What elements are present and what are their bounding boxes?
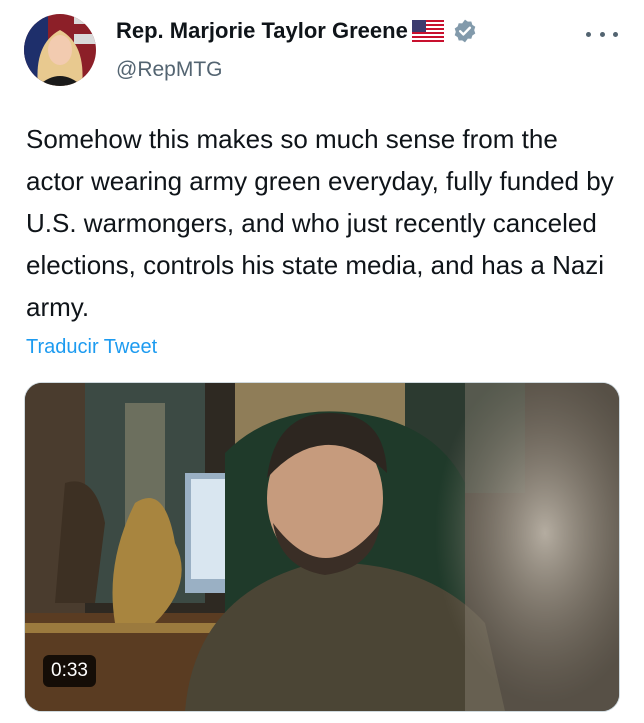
author-display-name[interactable]: Rep. Marjorie Taylor Greene [116, 18, 408, 44]
more-options-icon[interactable] [586, 28, 618, 40]
video-duration-badge: 0:33 [43, 655, 96, 687]
video-player[interactable]: 0:33 [24, 382, 620, 712]
author-handle[interactable]: @RepMTG [116, 58, 223, 82]
verified-badge-icon[interactable] [452, 18, 478, 44]
avatar[interactable] [24, 14, 96, 86]
us-flag-icon [411, 20, 444, 42]
tweet-text: Somehow this makes so much sense from th… [26, 124, 614, 322]
translate-tweet-link[interactable]: Traducir Tweet [26, 336, 157, 359]
video-thumbnail [25, 383, 619, 711]
